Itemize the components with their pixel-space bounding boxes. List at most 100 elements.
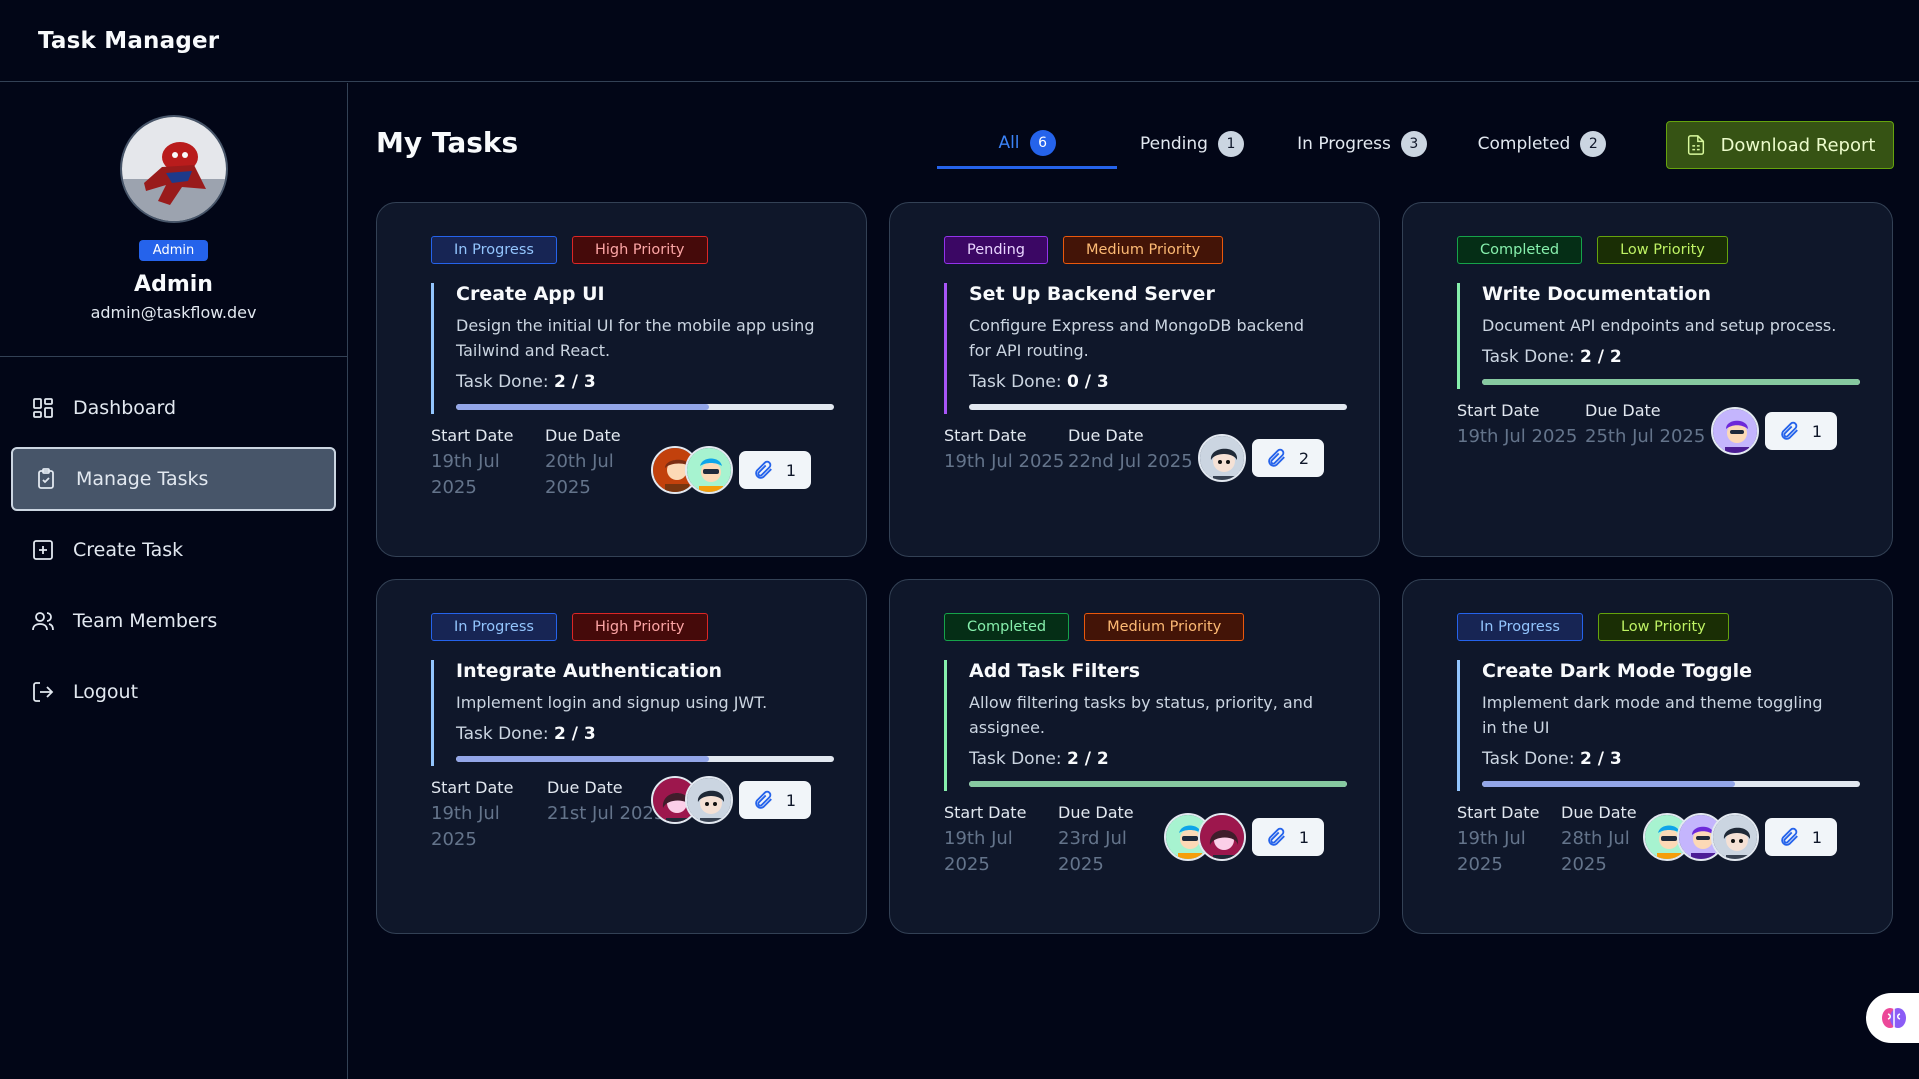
attachment-count-value: 1 xyxy=(1811,421,1822,441)
due-date: Due Date 20th Jul 2025 xyxy=(545,426,645,501)
nav-label: Logout xyxy=(73,681,139,703)
avatar xyxy=(1197,813,1246,861)
task-description: Configure Express and MongoDB backend fo… xyxy=(969,316,1305,360)
due-date-value: 22nd Jul 2025 xyxy=(1068,451,1193,472)
nav-create-task[interactable]: Create Task xyxy=(11,518,336,582)
assignee-avatars xyxy=(1642,813,1759,861)
tab-count: 6 xyxy=(1029,129,1056,156)
task-card[interactable]: Completed Medium Priority Add Task Filte… xyxy=(889,579,1380,934)
file-report-icon xyxy=(1687,135,1704,155)
logout-icon xyxy=(31,680,55,704)
status-badge: Pending xyxy=(944,236,1048,264)
progress-fill xyxy=(969,781,1347,787)
task-card[interactable]: Pending Medium Priority Set Up Backend S… xyxy=(889,202,1380,557)
task-description: Document API endpoints and setup process… xyxy=(1482,316,1837,335)
nav-dashboard[interactable]: Dashboard xyxy=(11,376,336,440)
brain-icon xyxy=(1882,1008,1906,1028)
due-date-value: 25th Jul 2025 xyxy=(1585,426,1706,447)
start-date: Start Date 19th Jul 2025 xyxy=(431,778,547,853)
avatar xyxy=(119,115,228,223)
attachment-count-value: 2 xyxy=(1298,448,1309,468)
task-body: Add Task Filters Allow filtering tasks b… xyxy=(944,660,1347,791)
attachment-count[interactable]: 1 xyxy=(1251,818,1324,856)
task-done: Task Done: 2 / 3 xyxy=(456,724,596,744)
role-badge: Admin xyxy=(138,240,209,261)
task-done: Task Done: 0 / 3 xyxy=(969,372,1109,392)
task-done-count: 2 / 3 xyxy=(553,372,596,392)
tab-completed[interactable]: Completed 2 xyxy=(1457,119,1627,169)
attachment-count[interactable]: 2 xyxy=(1251,439,1324,477)
status-tabs: All 6 Pending 1 In Progress 3 Completed … xyxy=(937,119,1627,169)
paperclip-icon xyxy=(1781,421,1798,440)
start-date-value: 19th Jul 2025 xyxy=(431,451,500,498)
avatar xyxy=(1710,813,1759,861)
due-date-value: 28th Jul 2025 xyxy=(1561,828,1630,875)
tab-all[interactable]: All 6 xyxy=(937,119,1117,169)
task-title: Integrate Authentication xyxy=(456,660,723,682)
task-card[interactable]: In Progress Low Priority Create Dark Mod… xyxy=(1402,579,1893,934)
task-footer: Start Date 19th Jul 2025 Due Date 25th Jul… xyxy=(1457,401,1837,481)
assignee-avatars xyxy=(650,446,733,494)
paperclip-icon xyxy=(1268,827,1285,846)
task-done: Task Done: 2 / 2 xyxy=(1482,347,1622,367)
priority-badge: Medium Priority xyxy=(1062,236,1224,264)
task-card[interactable]: In Progress High Priority Create App UI … xyxy=(376,202,867,557)
task-card[interactable]: Completed Low Priority Write Documentati… xyxy=(1402,202,1893,557)
paperclip-icon xyxy=(755,790,772,809)
profile-name: Admin xyxy=(134,272,213,297)
task-title: Write Documentation xyxy=(1482,283,1711,305)
due-date-value: 21st Jul 2025 xyxy=(547,803,666,824)
status-badge: In Progress xyxy=(1457,613,1583,641)
nav-manage-tasks[interactable]: Manage Tasks xyxy=(11,447,336,511)
assignee-avatars xyxy=(1163,813,1246,861)
task-title: Set Up Backend Server xyxy=(969,283,1215,305)
nav-logout[interactable]: Logout xyxy=(11,660,336,724)
due-date: Due Date 25th Jul 2025 xyxy=(1585,401,1705,450)
priority-badge: Low Priority xyxy=(1597,236,1728,264)
attachment-count[interactable]: 1 xyxy=(738,781,811,819)
ai-assistant-button[interactable] xyxy=(1866,993,1919,1043)
task-card[interactable]: In Progress High Priority Integrate Auth… xyxy=(376,579,867,934)
download-label: Download Report xyxy=(1720,134,1876,156)
attachment-count[interactable]: 1 xyxy=(738,451,811,489)
nav-team-members[interactable]: Team Members xyxy=(11,589,336,653)
progress-bar xyxy=(456,404,834,410)
task-done: Task Done: 2 / 2 xyxy=(969,749,1109,769)
start-date-value: 19th Jul 2025 xyxy=(944,451,1065,472)
due-date: Due Date 28th Jul 2025 xyxy=(1561,803,1651,878)
progress-bar xyxy=(1482,379,1860,385)
progress-bar xyxy=(969,781,1347,787)
due-date-value: 23rd Jul 2025 xyxy=(1058,828,1127,875)
download-report-button[interactable]: Download Report xyxy=(1666,121,1894,169)
attachment-count-value: 1 xyxy=(785,460,796,480)
avatar xyxy=(684,776,733,824)
attachment-count[interactable]: 1 xyxy=(1764,412,1837,450)
task-done: Task Done: 2 / 3 xyxy=(456,372,596,392)
nav-label: Create Task xyxy=(73,539,184,561)
priority-badge: Low Priority xyxy=(1597,613,1729,641)
priority-badge: High Priority xyxy=(571,613,708,641)
assignee-avatars xyxy=(1197,434,1246,482)
progress-fill xyxy=(456,404,710,410)
due-date: Due Date 22nd Jul 2025 xyxy=(1068,426,1193,475)
task-description: Allow filtering tasks by status, priorit… xyxy=(969,693,1313,737)
sidebar-nav: Dashboard Manage Tasks Create Task Team … xyxy=(0,357,347,724)
status-badge: In Progress xyxy=(431,236,557,264)
task-footer: Start Date 19th Jul 2025 Due Date 22nd Jul… xyxy=(944,426,1324,506)
tab-in-progress[interactable]: In Progress 3 xyxy=(1267,119,1457,169)
start-date: Start Date 19th Jul 2025 xyxy=(1457,401,1585,450)
tab-count: 2 xyxy=(1580,131,1607,157)
start-date: Start Date 19th Jul 2025 xyxy=(944,803,1058,878)
tab-pending[interactable]: Pending 1 xyxy=(1117,119,1267,169)
avatar xyxy=(1710,407,1759,455)
avatar xyxy=(684,446,733,494)
priority-badge: High Priority xyxy=(571,236,708,264)
task-description: Design the initial UI for the mobile app… xyxy=(456,316,815,360)
assignee-avatars xyxy=(1710,407,1759,455)
task-body: Set Up Backend Server Configure Express … xyxy=(944,283,1347,414)
paperclip-icon xyxy=(1781,827,1798,846)
progress-bar xyxy=(969,404,1347,410)
sidebar: Admin Admin admin@taskflow.dev Dashboard… xyxy=(0,83,348,1079)
start-date-value: 19th Jul 2025 xyxy=(1457,828,1526,875)
attachment-count[interactable]: 1 xyxy=(1764,818,1837,856)
